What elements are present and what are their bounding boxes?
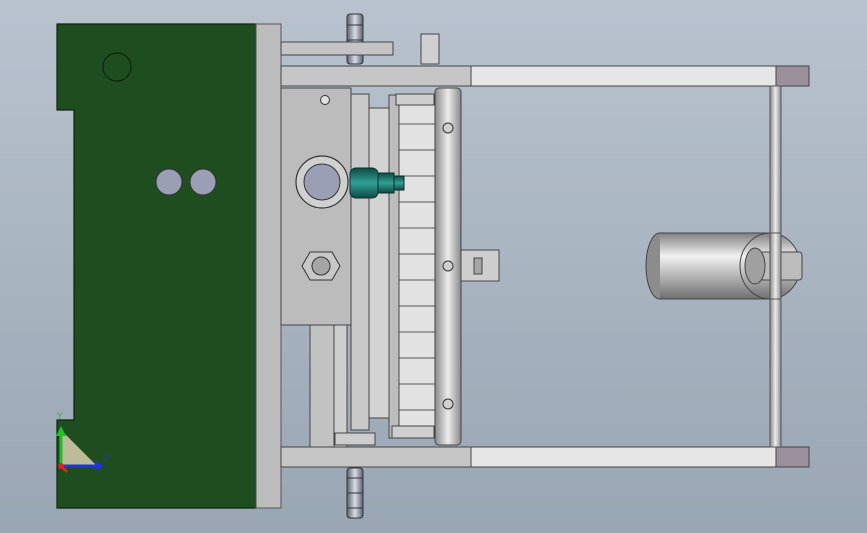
- roller-bolt-mid: [442, 260, 454, 272]
- triad-z-label: Z: [104, 455, 111, 465]
- cylinder-rod-cross: [769, 232, 782, 300]
- cavity-strip: [398, 94, 436, 439]
- nozzle-neck: [377, 172, 395, 194]
- nozzle-ring-inner: [303, 163, 341, 201]
- roller-bolt-top: [442, 122, 454, 134]
- latch-slot: [473, 257, 483, 275]
- block-small-hole-top: [320, 95, 330, 105]
- nozzle-tip: [393, 175, 405, 191]
- top-rail-right: [470, 65, 777, 87]
- top-bolt: [346, 13, 364, 65]
- bottom-rail-left: [280, 446, 472, 468]
- inner-plate-a: [350, 93, 370, 431]
- top-end-block: [775, 65, 810, 87]
- plate-hole-right: [189, 168, 217, 196]
- bottom-end-block: [775, 446, 810, 468]
- hex-nut-hole: [311, 256, 331, 276]
- bottom-shelf: [334, 432, 376, 446]
- lower-pillar-2: [333, 324, 348, 448]
- top-tab: [420, 33, 440, 65]
- inner-plate-b: [368, 107, 390, 419]
- bottom-cap: [391, 425, 435, 439]
- plate-hole-left: [155, 168, 183, 196]
- bottom-rail-right: [470, 446, 777, 468]
- triad-y-label: Y: [57, 412, 63, 422]
- inner-plate-c: [388, 94, 400, 439]
- support-strip: [255, 23, 282, 509]
- mold-assembly-drawing: [56, 13, 810, 519]
- nozzle-body: [349, 167, 379, 199]
- top-bracket: [280, 41, 394, 56]
- green-clamp-plate: [56, 23, 257, 509]
- lower-pillar: [309, 324, 335, 448]
- top-cap: [395, 93, 435, 106]
- cad-viewport[interactable]: Y Z: [0, 0, 867, 533]
- bottom-bolt: [346, 467, 364, 519]
- top-rail-left: [280, 65, 472, 87]
- roller-bolt-bot: [442, 398, 454, 410]
